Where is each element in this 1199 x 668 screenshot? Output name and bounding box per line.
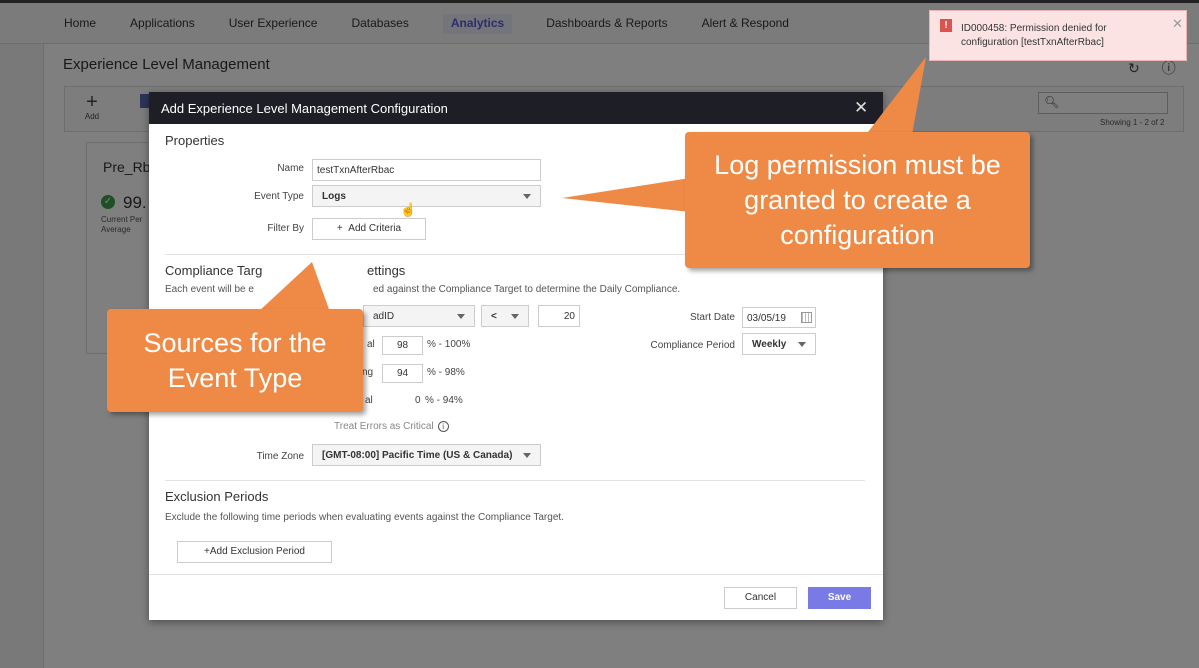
- warning-label-partial: ng: [362, 367, 374, 378]
- filter-by-label: Filter By: [267, 223, 304, 234]
- operator-select[interactable]: <: [481, 305, 529, 327]
- calendar-icon[interactable]: [801, 312, 812, 323]
- time-zone-value: [GMT-08:00] Pacific Time (US & Canada): [322, 450, 513, 461]
- normal-threshold-field[interactable]: 98: [382, 336, 423, 355]
- critical-label-partial: al: [365, 395, 373, 406]
- callout-line: Sources for the: [143, 328, 327, 358]
- cancel-button[interactable]: Cancel: [724, 587, 797, 609]
- compliance-period-label: Compliance Period: [650, 340, 736, 351]
- error-toast: ! ID000458: Permission denied for config…: [929, 10, 1187, 61]
- plus-icon: +: [336, 223, 349, 234]
- warning-threshold-field[interactable]: 94: [382, 364, 423, 383]
- event-type-label: Event Type: [254, 191, 304, 202]
- operator-value: <: [491, 311, 497, 322]
- name-label: Name: [277, 163, 304, 174]
- compliance-title-left: Compliance Targ: [165, 263, 263, 278]
- exclusion-title: Exclusion Periods: [165, 489, 269, 504]
- dialog-title: Add Experience Level Management Configur…: [161, 101, 448, 116]
- footer-divider: [149, 574, 883, 575]
- close-icon[interactable]: ✕: [1172, 16, 1183, 32]
- warning-range: % - 98%: [427, 367, 465, 378]
- threshold-field[interactable]: 20: [538, 305, 580, 327]
- normal-range: % - 100%: [427, 339, 471, 350]
- event-type-value: Logs: [322, 191, 346, 202]
- add-exclusion-period-button[interactable]: +Add Exclusion Period: [177, 541, 332, 563]
- exclusion-desc: Exclude the following time periods when …: [165, 512, 564, 523]
- error-icon: !: [940, 19, 952, 32]
- critical-value: 0: [415, 395, 421, 406]
- compliance-period-select[interactable]: Weekly: [742, 333, 816, 355]
- compliance-title-right: ettings: [367, 263, 406, 278]
- callout-line: granted to create a: [744, 185, 971, 215]
- hand-cursor-icon: ☝: [400, 202, 417, 217]
- metric-field-select[interactable]: adID: [363, 305, 475, 327]
- treat-errors-option[interactable]: Treat Errors as Critical i: [334, 421, 449, 432]
- name-field[interactable]: [312, 159, 541, 181]
- properties-title: Properties: [165, 133, 225, 148]
- chevron-down-icon: [523, 194, 531, 199]
- time-zone-select[interactable]: [GMT-08:00] Pacific Time (US & Canada): [312, 444, 541, 466]
- start-date-field[interactable]: 03/05/19: [742, 307, 816, 328]
- compliance-desc-left: Each event will be e: [165, 284, 254, 295]
- add-criteria-button[interactable]: + Add Criteria: [312, 218, 426, 240]
- sources-callout: Sources for the Event Type: [107, 309, 363, 412]
- chevron-down-icon: [511, 314, 519, 319]
- callout-line: configuration: [780, 220, 935, 250]
- divider: [165, 480, 865, 481]
- dialog-header: Add Experience Level Management Configur…: [149, 92, 883, 124]
- chevron-down-icon: [523, 453, 531, 458]
- time-zone-label: Time Zone: [256, 451, 304, 462]
- compliance-desc-right: ed against the Compliance Target to dete…: [373, 284, 681, 295]
- compliance-period-value: Weekly: [752, 339, 787, 350]
- chevron-down-icon: [457, 314, 465, 319]
- save-button[interactable]: Save: [808, 587, 871, 609]
- info-icon[interactable]: i: [437, 421, 449, 432]
- event-type-select[interactable]: Logs: [312, 185, 541, 207]
- normal-label-partial: al: [367, 339, 375, 350]
- callout-line: Log permission must be: [714, 150, 1001, 180]
- start-date-label: Start Date: [689, 312, 735, 323]
- metric-field-value: adID: [373, 311, 395, 322]
- close-icon[interactable]: ✕: [854, 98, 868, 118]
- callout-line: Event Type: [167, 363, 303, 393]
- treat-errors-label: Treat Errors as Critical: [334, 421, 434, 433]
- error-message: ID000458: Permission denied for configur…: [961, 23, 1107, 48]
- add-exclusion-label: Add Exclusion Period: [209, 546, 305, 557]
- add-criteria-label: Add Criteria: [348, 223, 402, 234]
- log-permission-callout: Log permission must be granted to create…: [685, 132, 1030, 268]
- critical-range: % - 94%: [425, 395, 463, 406]
- chevron-down-icon: [798, 342, 806, 347]
- start-date-value: 03/05/19: [747, 313, 786, 324]
